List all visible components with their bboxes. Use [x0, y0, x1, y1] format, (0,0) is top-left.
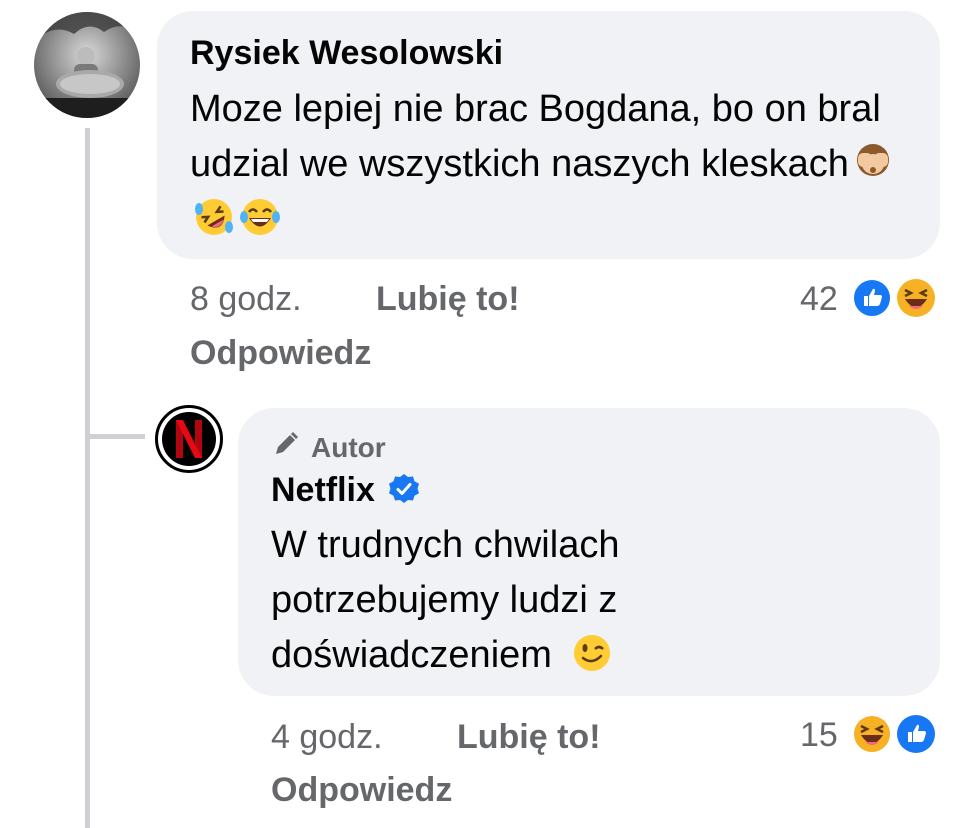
reply-like-button[interactable]: Lubię to!	[457, 718, 601, 757]
reply-author[interactable]: Netflix	[271, 470, 420, 510]
pencil-icon	[276, 432, 298, 454]
reply-text: W trudnych chwilach potrzebujemy ludzi z…	[271, 518, 671, 683]
netflix-logo-icon	[176, 420, 202, 458]
see-no-evil-monkey-icon	[856, 144, 889, 176]
thread-line-vertical	[85, 128, 90, 828]
author-badge: Autor	[311, 432, 386, 463]
like-reaction-icon[interactable]	[896, 714, 936, 754]
comment-text-body: Moze lepiej nie brac Bogdana, bo on bral…	[190, 88, 881, 185]
reply-author-name[interactable]: Netflix	[271, 471, 375, 509]
reply-reply-button[interactable]: Odpowiedz	[271, 771, 452, 810]
comment-time[interactable]: 8 godz.	[190, 280, 302, 319]
comment-reaction-count[interactable]: 42	[800, 280, 838, 319]
reply-text-body: W trudnych chwilach potrzebujemy ludzi z…	[271, 524, 620, 676]
comment-text: Moze lepiej nie brac Bogdana, bo on bral…	[190, 82, 910, 247]
reply-bubble: Autor Netflix W trudnych chwilach potrze…	[238, 408, 940, 696]
netflix-avatar[interactable]	[155, 405, 223, 473]
comment-like-button[interactable]: Lubię to!	[376, 280, 520, 319]
reply-time[interactable]: 4 godz.	[271, 718, 383, 757]
face-with-tears-of-joy-icon	[240, 199, 280, 235]
comment-author[interactable]: Rysiek Wesolowski	[190, 33, 503, 73]
winking-face-icon	[574, 635, 611, 671]
thread-line-branch	[85, 434, 145, 439]
comment-reply-button[interactable]: Odpowiedz	[190, 334, 371, 373]
rolling-on-floor-laughing-icon	[195, 199, 233, 235]
haha-reaction-icon[interactable]	[896, 278, 936, 318]
avatar-photo	[34, 12, 140, 118]
verified-badge-icon	[389, 474, 420, 503]
haha-reaction-icon[interactable]	[852, 714, 892, 754]
like-reaction-icon[interactable]	[852, 278, 892, 318]
comment-bubble: Rysiek Wesolowski Moze lepiej nie brac B…	[157, 11, 940, 259]
reply-reaction-count[interactable]: 15	[800, 716, 838, 755]
avatar[interactable]	[34, 12, 140, 118]
